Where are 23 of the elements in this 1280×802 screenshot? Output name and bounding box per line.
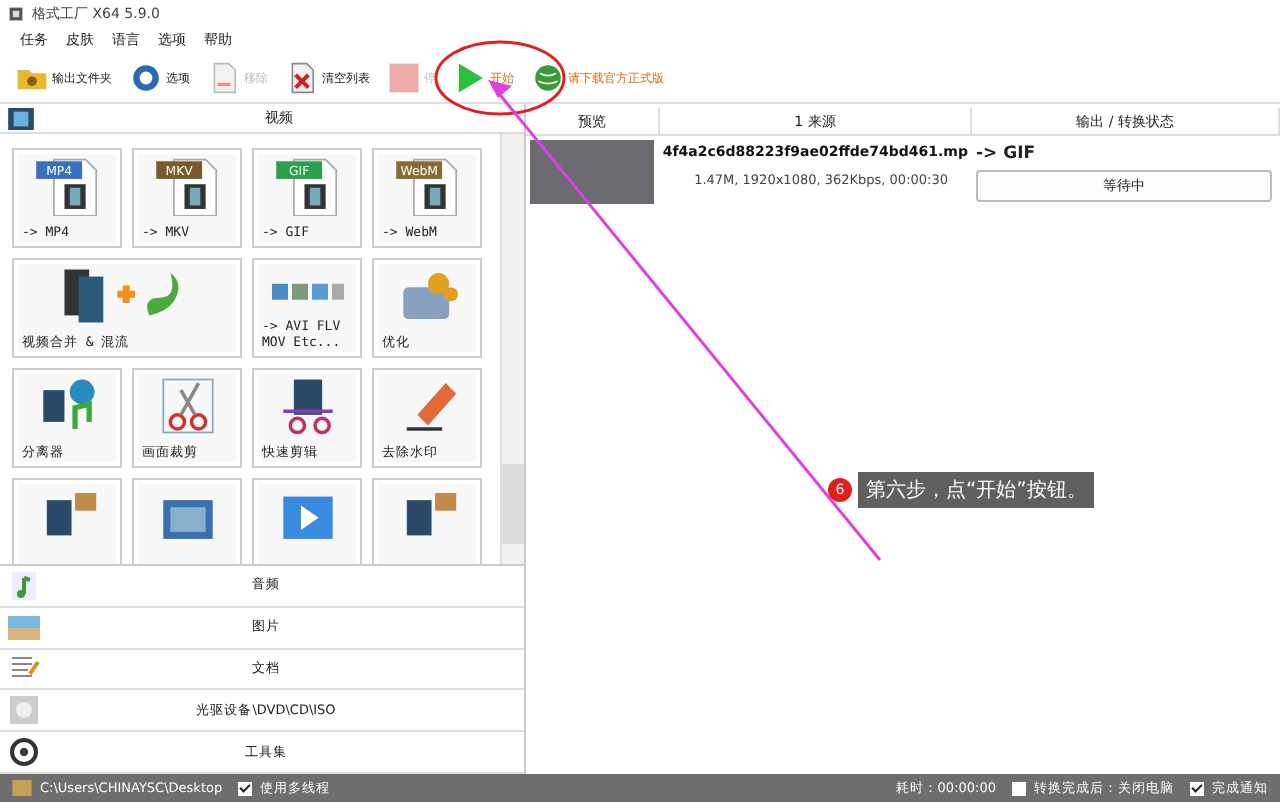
app-logo-icon	[8, 5, 24, 21]
landscape-icon	[8, 611, 40, 644]
play-icon	[454, 62, 486, 94]
folder-icon	[12, 780, 32, 796]
scrollbar[interactable]	[500, 134, 524, 564]
callout-text: 第六步，点“开始”按钮。	[858, 472, 1095, 508]
stop-icon	[388, 62, 420, 94]
checkbox[interactable]	[1190, 781, 1204, 795]
video-thumbnail-placeholder	[530, 140, 654, 204]
checkbox[interactable]	[1012, 781, 1026, 795]
tool-tile[interactable]	[12, 478, 122, 564]
film-icon	[8, 107, 34, 129]
clear-list-icon	[286, 62, 318, 94]
tool-tile[interactable]	[132, 478, 242, 564]
output-format: -> GIF	[976, 144, 1038, 164]
checkbox[interactable]	[238, 781, 253, 795]
highlight-ellipse	[434, 40, 566, 116]
globe-icon	[532, 62, 564, 94]
document-icon	[208, 62, 240, 94]
tool-tile[interactable]	[252, 478, 362, 564]
tool-tile[interactable]	[372, 478, 482, 564]
disc-drive-icon	[8, 694, 40, 727]
music-note-icon	[8, 569, 40, 602]
